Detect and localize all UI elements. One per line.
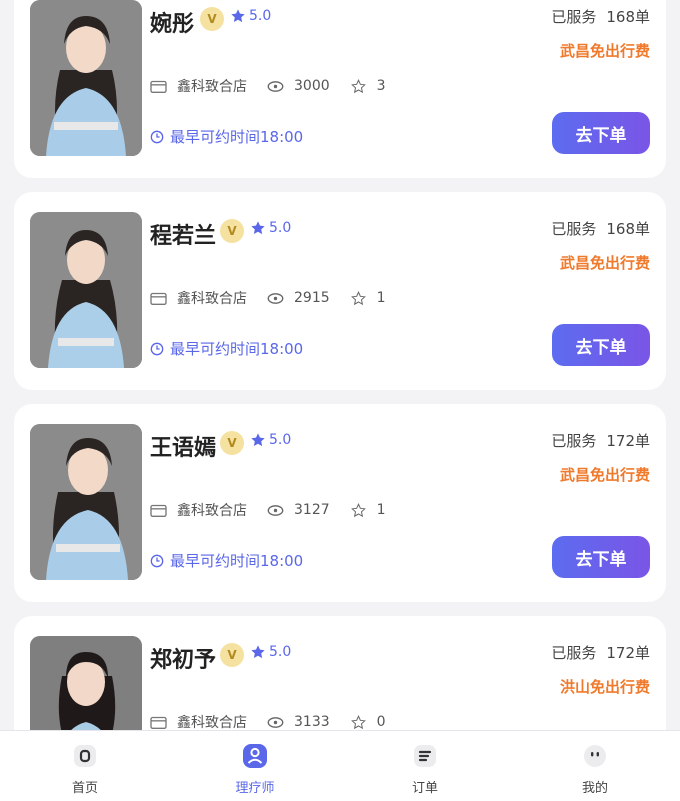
travel-fee-note: 武昌免出行费 [559, 42, 650, 60]
earliest-time-text: 最早可约时间18:00 [170, 128, 304, 146]
rating-value: 5.0 [249, 8, 272, 24]
store-name: 鑫科致合店 [177, 503, 247, 519]
store-name: 鑫科致合店 [177, 79, 247, 95]
therapist-name: 婉彤 [150, 12, 195, 37]
rating-value: 5.0 [269, 644, 292, 660]
favorite-star-icon [350, 502, 366, 517]
travel-fee-note: 武昌免出行费 [559, 466, 650, 484]
star-icon [231, 9, 245, 23]
favorite-star-icon [350, 78, 366, 93]
served-count: 已服务 172单 [551, 642, 650, 663]
place-order-button[interactable]: 去下单 [552, 536, 650, 578]
rating: 5.0 [250, 220, 291, 236]
served-label: 已服务 [551, 8, 597, 26]
view-count: 2915 [294, 290, 330, 306]
star-icon [251, 433, 265, 447]
rating: 5.0 [250, 432, 291, 448]
eye-icon [267, 504, 284, 516]
eye-icon [267, 80, 284, 92]
therapist-name: 郑初予 [150, 648, 217, 673]
store-row: 鑫科致合店 3000 3 [150, 76, 386, 96]
served-number: 168单 [606, 220, 650, 238]
verified-badge-icon: V [220, 431, 244, 455]
store-row: 鑫科致合店 2915 1 [150, 288, 386, 308]
therapist-photo [30, 636, 142, 730]
star-icon [251, 221, 265, 235]
tab-therapist[interactable]: 理疗师 [170, 731, 340, 801]
profile-icon [584, 745, 606, 767]
store-icon [150, 80, 167, 93]
view-count: 3000 [294, 78, 330, 94]
verified-badge-icon: V [220, 219, 244, 243]
earliest-time: 最早可约时间18:00 [150, 126, 303, 147]
store-name: 鑫科致合店 [177, 291, 247, 307]
earliest-time: 最早可约时间18:00 [150, 338, 303, 359]
served-label: 已服务 [551, 220, 597, 238]
served-number: 172单 [606, 432, 650, 450]
clock-icon [150, 130, 164, 143]
store-row: 鑫科致合店 3127 1 [150, 500, 386, 520]
earliest-time-text: 最早可约时间18:00 [170, 552, 304, 570]
tab-profile-label: 我的 [581, 781, 608, 796]
store-row: 鑫科致合店 3133 0 [150, 712, 386, 730]
travel-fee-note: 洪山免出行费 [559, 678, 650, 696]
store-name: 鑫科致合店 [177, 715, 247, 730]
favorite-star-icon [350, 290, 366, 305]
therapist-photo [30, 424, 142, 580]
favorite-star-icon [350, 714, 366, 729]
clock-icon [150, 554, 164, 567]
store-icon [150, 716, 167, 729]
place-order-button[interactable]: 去下单 [552, 112, 650, 154]
therapist-card[interactable]: 婉彤 V 5.0 鑫科致合店 3000 3 最早可约时间18:00 已服务 168… [14, 0, 666, 178]
therapist-card[interactable]: 程若兰 V 5.0 鑫科致合店 2915 1 最早可约时间18:00 已服务 16… [14, 192, 666, 390]
therapist-card[interactable]: 郑初予 V 5.0 鑫科致合店 3133 0 已服务 172单 洪山免出行费 [14, 616, 666, 730]
tab-therapist-label: 理疗师 [235, 781, 275, 796]
favorite-count: 3 [376, 78, 386, 94]
tab-home-label: 首页 [71, 781, 98, 796]
earliest-time-text: 最早可约时间18:00 [170, 340, 304, 358]
eye-icon [267, 292, 284, 304]
served-label: 已服务 [551, 644, 597, 662]
therapist-list: 婉彤 V 5.0 鑫科致合店 3000 3 最早可约时间18:00 已服务 168… [0, 0, 680, 730]
therapist-name: 王语嫣 [150, 436, 217, 461]
therapist-card[interactable]: 王语嫣 V 5.0 鑫科致合店 3127 1 最早可约时间18:00 已服务 17… [14, 404, 666, 602]
tab-orders-label: 订单 [411, 781, 438, 796]
view-count: 3127 [294, 502, 330, 518]
place-order-button[interactable]: 去下单 [552, 324, 650, 366]
tab-profile[interactable]: 我的 [510, 731, 680, 801]
favorite-count: 1 [376, 502, 386, 518]
served-label: 已服务 [551, 432, 597, 450]
store-icon [150, 504, 167, 517]
order-icon [414, 745, 436, 767]
therapist-icon [243, 744, 267, 768]
view-count: 3133 [294, 714, 330, 730]
served-number: 172单 [606, 644, 650, 662]
favorite-count: 0 [376, 714, 386, 730]
served-count: 已服务 168单 [551, 218, 650, 239]
served-number: 168单 [606, 8, 650, 26]
star-icon [251, 645, 265, 659]
therapist-photo [30, 212, 142, 368]
home-icon [74, 745, 96, 767]
travel-fee-note: 武昌免出行费 [559, 254, 650, 272]
verified-badge-icon: V [220, 643, 244, 667]
clock-icon [150, 342, 164, 355]
bottom-tab-bar: 首页 理疗师 订单 我的 [0, 730, 680, 801]
verified-badge-icon: V [200, 7, 224, 31]
therapist-name: 程若兰 [150, 224, 217, 249]
rating-value: 5.0 [269, 220, 292, 236]
rating: 5.0 [250, 644, 291, 660]
served-count: 已服务 168单 [551, 6, 650, 27]
rating-value: 5.0 [269, 432, 292, 448]
favorite-count: 1 [376, 290, 386, 306]
tab-home[interactable]: 首页 [0, 731, 170, 801]
rating: 5.0 [230, 8, 271, 24]
served-count: 已服务 172单 [551, 430, 650, 451]
therapist-photo [30, 0, 142, 156]
eye-icon [267, 716, 284, 728]
earliest-time: 最早可约时间18:00 [150, 550, 303, 571]
tab-orders[interactable]: 订单 [340, 731, 510, 801]
store-icon [150, 292, 167, 305]
